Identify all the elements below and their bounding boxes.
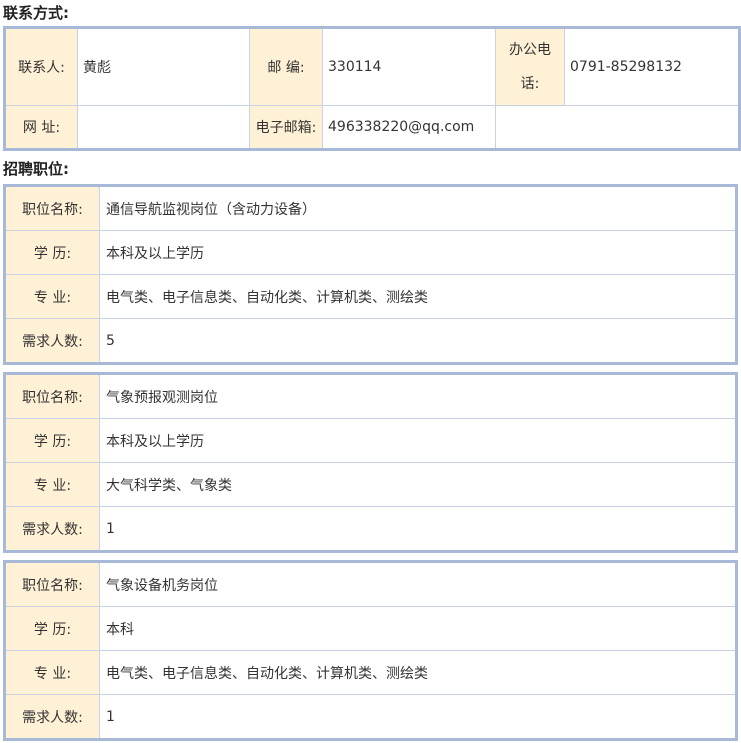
job-name-row: 职位名称: 通信导航监视岗位（含动力设备） bbox=[4, 185, 737, 231]
office-phone-label: 办公电 话: bbox=[495, 27, 565, 106]
job-count-value: 1 bbox=[99, 694, 737, 740]
empty-cell bbox=[495, 105, 740, 150]
email-label: 电子邮箱: bbox=[249, 105, 323, 150]
job-education-value: 本科 bbox=[99, 606, 737, 651]
job-name-value: 通信导航监视岗位（含动力设备） bbox=[99, 185, 737, 231]
job-name-row: 职位名称: 气象预报观测岗位 bbox=[4, 373, 737, 419]
job-count-label: 需求人数: bbox=[4, 506, 100, 552]
job-name-value: 气象设备机务岗位 bbox=[99, 561, 737, 607]
office-phone-value: 0791-85298132 bbox=[564, 27, 740, 106]
job-major-label: 专 业: bbox=[4, 462, 100, 507]
job-major-row: 专 业: 电气类、电子信息类、自动化类、计算机类、测绘类 bbox=[4, 650, 737, 695]
job-name-label: 职位名称: bbox=[4, 561, 100, 607]
job-education-row: 学 历: 本科 bbox=[4, 606, 737, 651]
contact-row-2: 网 址: 电子邮箱: 496338220@qq.com bbox=[4, 105, 740, 150]
job-table-1: 职位名称: 通信导航监视岗位（含动力设备） 学 历: 本科及以上学历 专 业: … bbox=[3, 184, 738, 365]
website-label: 网 址: bbox=[4, 105, 78, 150]
job-name-row: 职位名称: 气象设备机务岗位 bbox=[4, 561, 737, 607]
job-major-row: 专 业: 大气科学类、气象类 bbox=[4, 462, 737, 507]
job-major-label: 专 业: bbox=[4, 274, 100, 319]
job-education-value: 本科及以上学历 bbox=[99, 418, 737, 463]
job-major-label: 专 业: bbox=[4, 650, 100, 695]
job-count-row: 需求人数: 1 bbox=[4, 506, 737, 552]
job-major-value: 电气类、电子信息类、自动化类、计算机类、测绘类 bbox=[99, 650, 737, 695]
job-education-value: 本科及以上学历 bbox=[99, 230, 737, 275]
job-count-row: 需求人数: 5 bbox=[4, 318, 737, 364]
job-name-value: 气象预报观测岗位 bbox=[99, 373, 737, 419]
job-major-value: 大气科学类、气象类 bbox=[99, 462, 737, 507]
postcode-value: 330114 bbox=[322, 27, 496, 106]
job-count-label: 需求人数: bbox=[4, 694, 100, 740]
contact-section-title: 联系方式: bbox=[3, 4, 69, 22]
job-count-value: 5 bbox=[99, 318, 737, 364]
job-education-label: 学 历: bbox=[4, 230, 100, 275]
job-count-row: 需求人数: 1 bbox=[4, 694, 737, 740]
postcode-label: 邮 编: bbox=[249, 27, 323, 106]
job-education-row: 学 历: 本科及以上学历 bbox=[4, 230, 737, 275]
job-count-label: 需求人数: bbox=[4, 318, 100, 364]
job-table-3: 职位名称: 气象设备机务岗位 学 历: 本科 专 业: 电气类、电子信息类、自动… bbox=[3, 560, 738, 741]
job-name-label: 职位名称: bbox=[4, 185, 100, 231]
contact-info-table: 联系人: 黄彪 邮 编: 330114 办公电 话: 0791-85298132… bbox=[3, 26, 741, 151]
office-phone-label-line2: 话: bbox=[520, 76, 540, 92]
job-major-value: 电气类、电子信息类、自动化类、计算机类、测绘类 bbox=[99, 274, 737, 319]
contact-person-label: 联系人: bbox=[4, 27, 78, 106]
job-education-label: 学 历: bbox=[4, 418, 100, 463]
contact-person-value: 黄彪 bbox=[77, 27, 250, 106]
job-name-label: 职位名称: bbox=[4, 373, 100, 419]
website-value[interactable] bbox=[77, 105, 250, 150]
job-table-2: 职位名称: 气象预报观测岗位 学 历: 本科及以上学历 专 业: 大气科学类、气… bbox=[3, 372, 738, 553]
job-education-label: 学 历: bbox=[4, 606, 100, 651]
email-value[interactable]: 496338220@qq.com bbox=[322, 105, 496, 150]
office-phone-label-line1: 办公电 bbox=[509, 42, 551, 58]
job-major-row: 专 业: 电气类、电子信息类、自动化类、计算机类、测绘类 bbox=[4, 274, 737, 319]
jobs-section-title: 招聘职位: bbox=[3, 160, 69, 178]
contact-row-1: 联系人: 黄彪 邮 编: 330114 办公电 话: 0791-85298132 bbox=[4, 27, 740, 106]
job-education-row: 学 历: 本科及以上学历 bbox=[4, 418, 737, 463]
job-count-value: 1 bbox=[99, 506, 737, 552]
